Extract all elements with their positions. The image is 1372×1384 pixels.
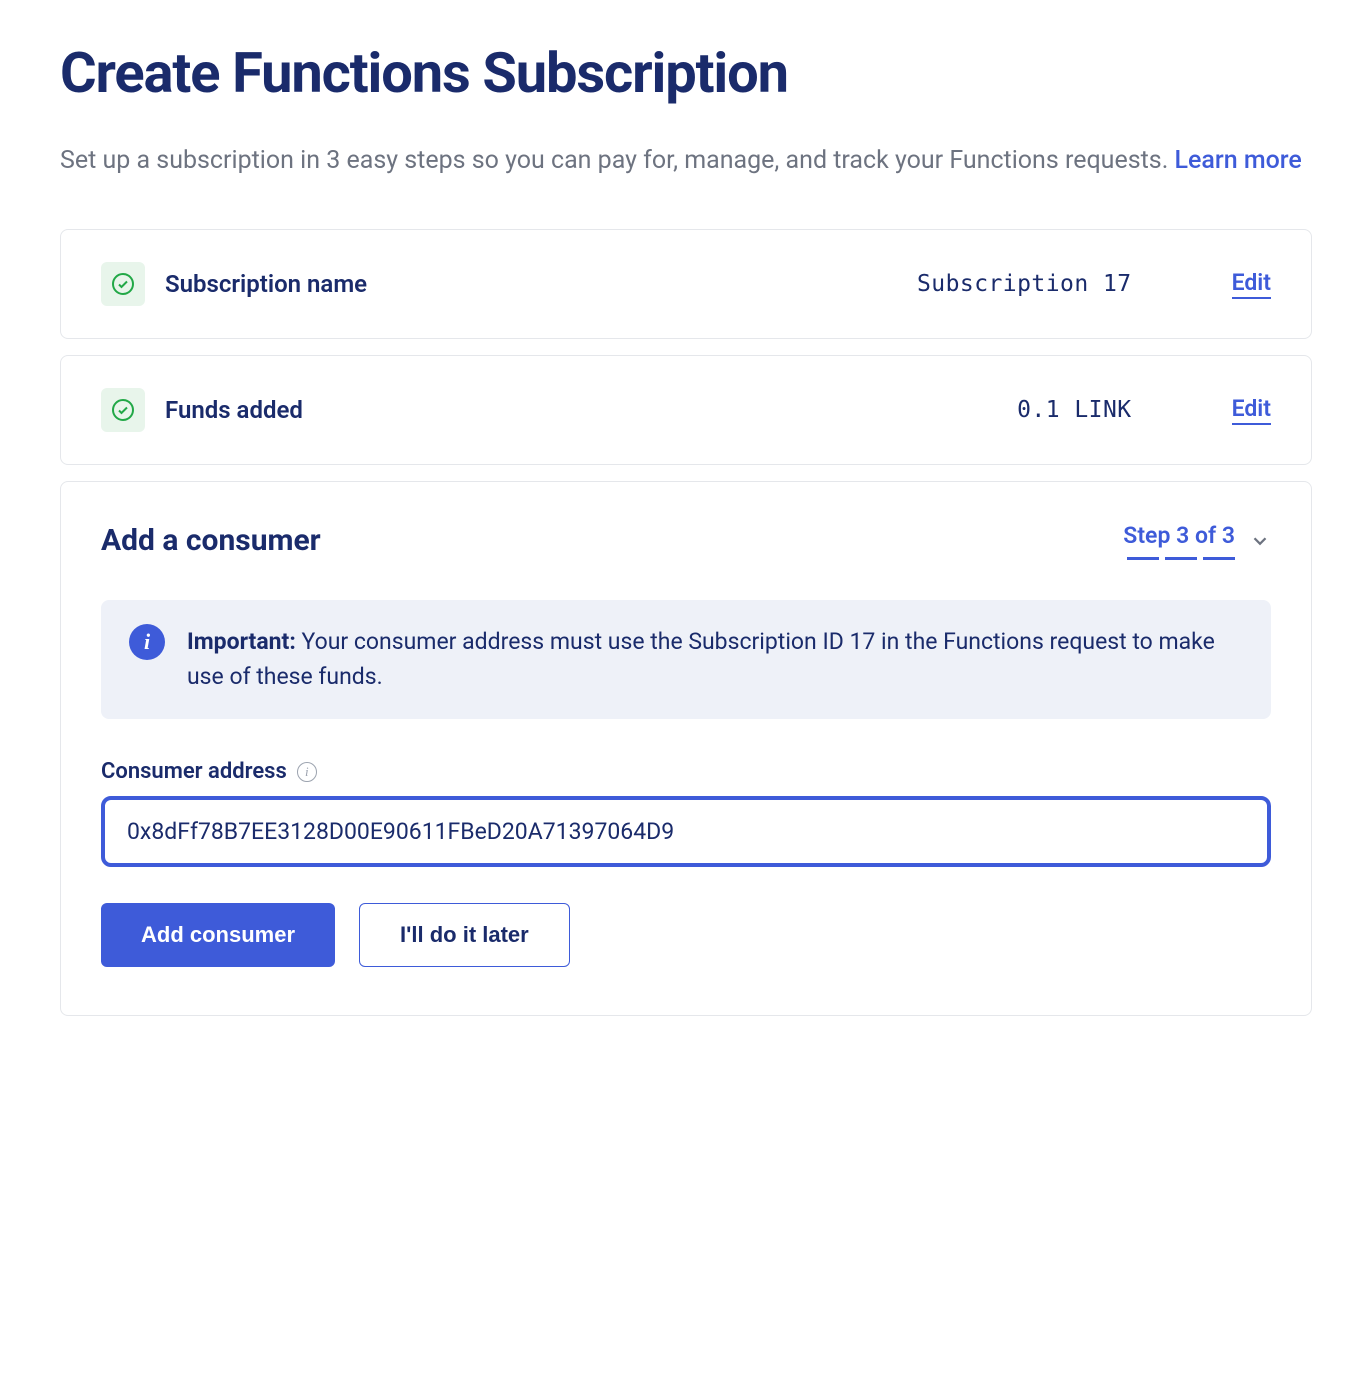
check-circle-icon <box>111 398 135 422</box>
step-progress-bars <box>1127 557 1235 560</box>
step-value-subscription-name: Subscription 17 <box>917 271 1132 297</box>
chevron-down-icon[interactable] <box>1249 530 1271 552</box>
info-label: Important: <box>187 628 296 655</box>
step-label-subscription-name: Subscription name <box>165 270 897 298</box>
consumer-address-input[interactable] <box>101 796 1271 867</box>
check-badge <box>101 388 145 432</box>
check-badge <box>101 262 145 306</box>
edit-link-subscription-name[interactable]: Edit <box>1232 269 1271 299</box>
page-description: Set up a subscription in 3 easy steps so… <box>60 142 1312 181</box>
help-icon[interactable]: i <box>297 762 317 782</box>
page-title: Create Functions Subscription <box>60 40 1312 106</box>
description-text: Set up a subscription in 3 easy steps so… <box>60 146 1175 175</box>
step-card-subscription-name: Subscription name Subscription 17 Edit <box>60 229 1312 339</box>
do-it-later-button[interactable]: I'll do it later <box>359 903 570 967</box>
step-label-funds-added: Funds added <box>165 396 997 424</box>
step-bar <box>1165 557 1197 560</box>
button-row: Add consumer I'll do it later <box>101 903 1271 967</box>
consumer-address-label: Consumer address <box>101 759 287 784</box>
info-banner: i Important: Your consumer address must … <box>101 600 1271 719</box>
check-circle-icon <box>111 272 135 296</box>
step-bar <box>1127 557 1159 560</box>
info-message: Your consumer address must use the Subsc… <box>187 628 1215 691</box>
step-indicator-wrap: Step 3 of 3 <box>1123 522 1271 560</box>
field-label-row: Consumer address i <box>101 759 1271 784</box>
consumer-title: Add a consumer <box>101 523 321 558</box>
info-text: Important: Your consumer address must us… <box>187 624 1243 695</box>
step-indicator: Step 3 of 3 <box>1123 522 1235 560</box>
add-consumer-button[interactable]: Add consumer <box>101 903 335 967</box>
consumer-card: Add a consumer Step 3 of 3 i Important: … <box>60 481 1312 1016</box>
learn-more-link[interactable]: Learn more <box>1175 146 1302 175</box>
step-card-funds-added: Funds added 0.1 LINK Edit <box>60 355 1312 465</box>
consumer-header: Add a consumer Step 3 of 3 <box>101 522 1271 560</box>
step-bar <box>1203 557 1235 560</box>
step-value-funds-added: 0.1 LINK <box>1017 397 1131 423</box>
edit-link-funds-added[interactable]: Edit <box>1232 395 1271 425</box>
step-indicator-text: Step 3 of 3 <box>1123 522 1235 549</box>
info-icon: i <box>129 624 165 660</box>
